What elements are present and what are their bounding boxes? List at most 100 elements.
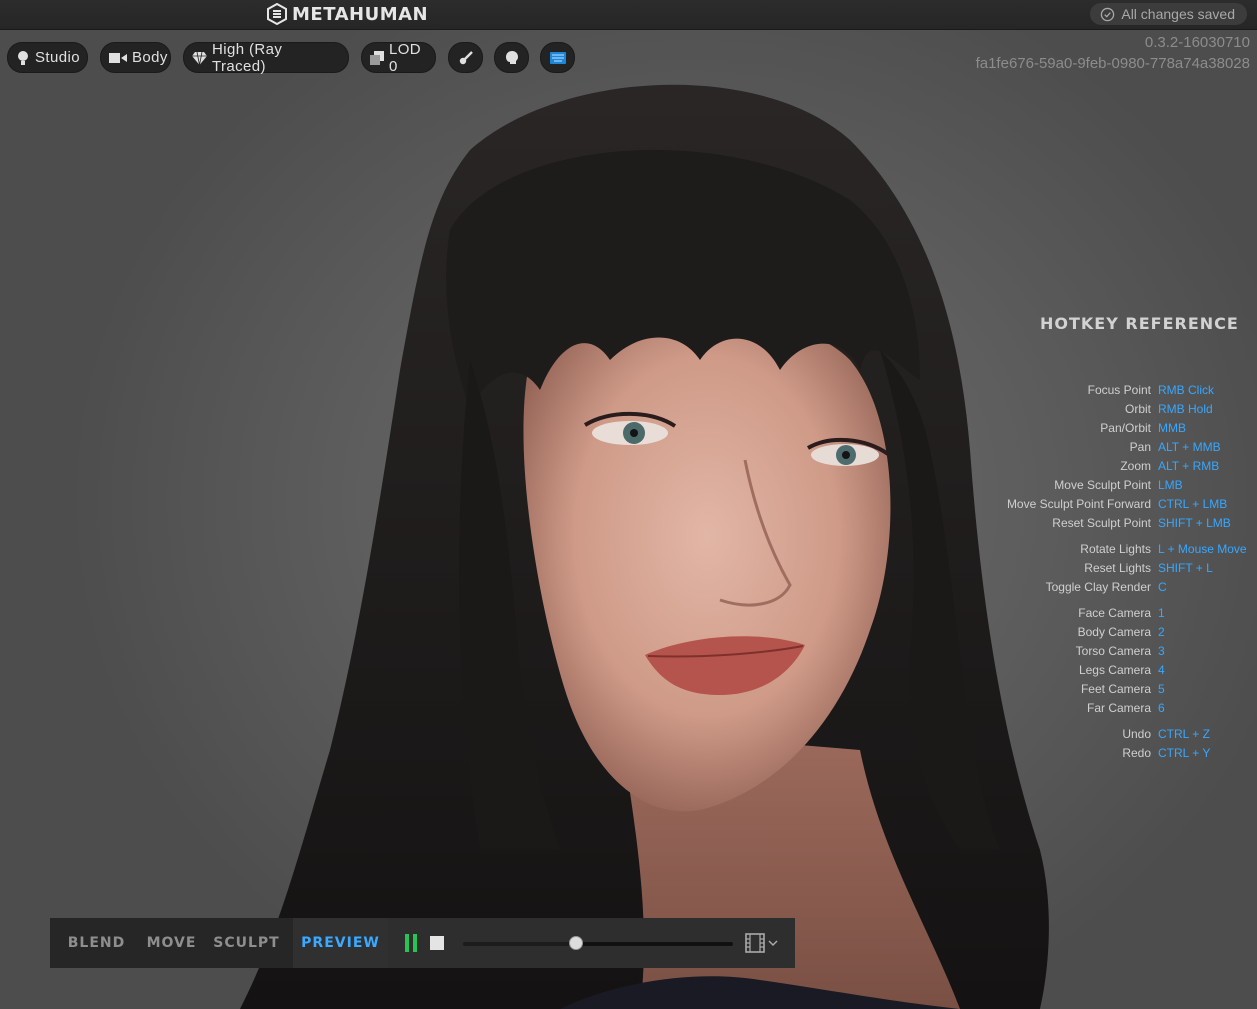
camera-label: Body [132, 49, 168, 66]
diamond-icon [192, 51, 207, 65]
save-status-badge: All changes saved [1090, 3, 1247, 25]
hotkey-row: Pan/Orbit MMB [980, 421, 1257, 439]
tab-blend[interactable]: BLEND [50, 918, 143, 968]
viewport[interactable]: Studio Body High (Ray Traced) LOD 0 0.3.… [0, 30, 1257, 1009]
hotkey-label: Body Camera [1077, 625, 1151, 639]
hotkey-key: ALT + RMB [1158, 459, 1220, 473]
playback-controls [388, 918, 795, 968]
tab-preview[interactable]: PREVIEW [293, 918, 388, 968]
brush-icon [459, 50, 473, 64]
hotkey-label: Far Camera [1086, 701, 1151, 715]
hotkey-key: RMB Click [1158, 383, 1214, 397]
timeline-progress [463, 942, 577, 946]
hotkey-key: 6 [1158, 701, 1165, 715]
hotkeys-button[interactable] [540, 42, 575, 73]
stop-button[interactable] [430, 936, 444, 950]
hotkey-label: Orbit [1124, 402, 1151, 416]
lightbulb-icon [18, 50, 28, 65]
quality-button[interactable]: High (Ray Traced) [183, 40, 349, 75]
hotkey-label: Toggle Clay Render [1045, 580, 1151, 594]
hotkey-row: Reset Sculpt Point SHIFT + LMB [980, 516, 1257, 534]
hotkey-row: Face Camera 1 [980, 606, 1257, 624]
video-camera-icon [109, 52, 127, 63]
build-id: fa1fe676-59a0-9feb-0980-778a74a38028 [975, 55, 1250, 72]
hotkey-key: MMB [1158, 421, 1186, 435]
hotkey-row: Undo CTRL + Z [980, 727, 1257, 745]
version-info: 0.3.2-16030710 fa1fe676-59a0-9feb-0980-7… [976, 32, 1250, 74]
hotkey-row: Reset Lights SHIFT + L [980, 561, 1257, 579]
hotkey-row: Body Camera 2 [980, 625, 1257, 643]
brush-button[interactable] [448, 42, 483, 73]
title-bar: METAHUMAN All changes saved [0, 0, 1257, 30]
hotkey-title: HOTKEY REFERENCE [1040, 314, 1239, 333]
timeline-handle[interactable] [569, 936, 584, 950]
hotkey-key: CTRL + LMB [1158, 497, 1228, 511]
hotkey-label: Face Camera [1078, 606, 1151, 620]
camera-button[interactable]: Body [100, 42, 171, 73]
hotkey-label: Zoom [1120, 459, 1151, 473]
film-strip-icon[interactable] [745, 932, 781, 954]
bottom-bar: BLEND MOVE SCULPT PREVIEW [50, 918, 795, 968]
tab-sculpt[interactable]: SCULPT [200, 918, 293, 968]
hotkey-key: 3 [1158, 644, 1165, 658]
pause-icon-bar [413, 934, 417, 952]
mode-tabs: BLEND MOVE SCULPT PREVIEW [50, 918, 388, 968]
layers-icon [370, 50, 384, 65]
hotkey-label: Move Sculpt Point Forward [1006, 497, 1151, 511]
clay-render-button[interactable] [494, 42, 529, 73]
hotkey-row: Pan ALT + MMB [980, 440, 1257, 458]
hotkey-row: Rotate Lights L + Mouse Move [980, 542, 1257, 560]
hotkey-row: Move Sculpt Point LMB [980, 478, 1257, 496]
hotkey-key: SHIFT + LMB [1158, 516, 1231, 530]
hotkey-row: Far Camera 6 [980, 701, 1257, 719]
metahuman-logo-icon [267, 3, 287, 25]
hotkey-label: Torso Camera [1075, 644, 1151, 658]
hotkey-row: Legs Camera 4 [980, 663, 1257, 681]
hotkey-row: Torso Camera 3 [980, 644, 1257, 662]
hotkey-key: CTRL + Z [1158, 727, 1210, 741]
timeline-slider[interactable] [463, 936, 733, 950]
version-number: 0.3.2-16030710 [1144, 34, 1250, 51]
hotkey-row: Feet Camera 5 [980, 682, 1257, 700]
hotkey-key: SHIFT + L [1158, 561, 1213, 575]
check-circle-icon [1101, 7, 1115, 21]
hotkey-key: CTRL + Y [1158, 746, 1211, 760]
hotkey-row: Orbit RMB Hold [980, 402, 1257, 420]
hotkey-label: Legs Camera [1078, 663, 1151, 677]
hotkey-label: Pan/Orbit [1100, 421, 1151, 435]
head-clay-icon [505, 50, 518, 64]
keyboard-icon [549, 51, 566, 64]
hotkey-label: Reset Sculpt Point [1052, 516, 1151, 530]
hotkey-row: Toggle Clay Render C [980, 580, 1257, 598]
hotkey-label: Redo [1122, 746, 1151, 760]
lighting-label: Studio [35, 49, 80, 66]
hotkey-label: Focus Point [1087, 383, 1151, 397]
lod-button[interactable]: LOD 0 [361, 40, 436, 75]
hotkey-label: Undo [1122, 727, 1151, 741]
hotkey-key: L + Mouse Move [1158, 542, 1247, 556]
hotkey-key: 2 [1158, 625, 1165, 639]
tab-move[interactable]: MOVE [143, 918, 200, 968]
quality-label: High (Ray Traced) [212, 40, 283, 75]
pause-button[interactable] [405, 934, 419, 952]
hotkey-label: Pan [1129, 440, 1151, 454]
lod-label: LOD 0 [389, 40, 422, 75]
hotkey-key: RMB Hold [1158, 402, 1213, 416]
hotkey-label: Move Sculpt Point [1054, 478, 1151, 492]
hotkey-key: 5 [1158, 682, 1165, 696]
logo-text: METAHUMAN [292, 3, 429, 25]
metahuman-logo: METAHUMAN [266, 3, 428, 25]
hotkey-label: Rotate Lights [1080, 542, 1151, 556]
hotkey-row: Redo CTRL + Y [980, 746, 1257, 764]
hotkey-label: Reset Lights [1084, 561, 1151, 575]
hotkey-row: Zoom ALT + RMB [980, 459, 1257, 477]
hotkey-key: C [1158, 580, 1167, 594]
lighting-button[interactable]: Studio [7, 42, 88, 73]
hotkey-row: Focus Point RMB Click [980, 383, 1257, 401]
hotkey-key: ALT + MMB [1158, 440, 1221, 454]
hotkey-key: 4 [1158, 663, 1165, 677]
hotkey-key: 1 [1158, 606, 1165, 620]
pause-icon [405, 934, 409, 952]
hotkey-row: Move Sculpt Point Forward CTRL + LMB [980, 497, 1257, 515]
hotkey-key: LMB [1158, 478, 1183, 492]
